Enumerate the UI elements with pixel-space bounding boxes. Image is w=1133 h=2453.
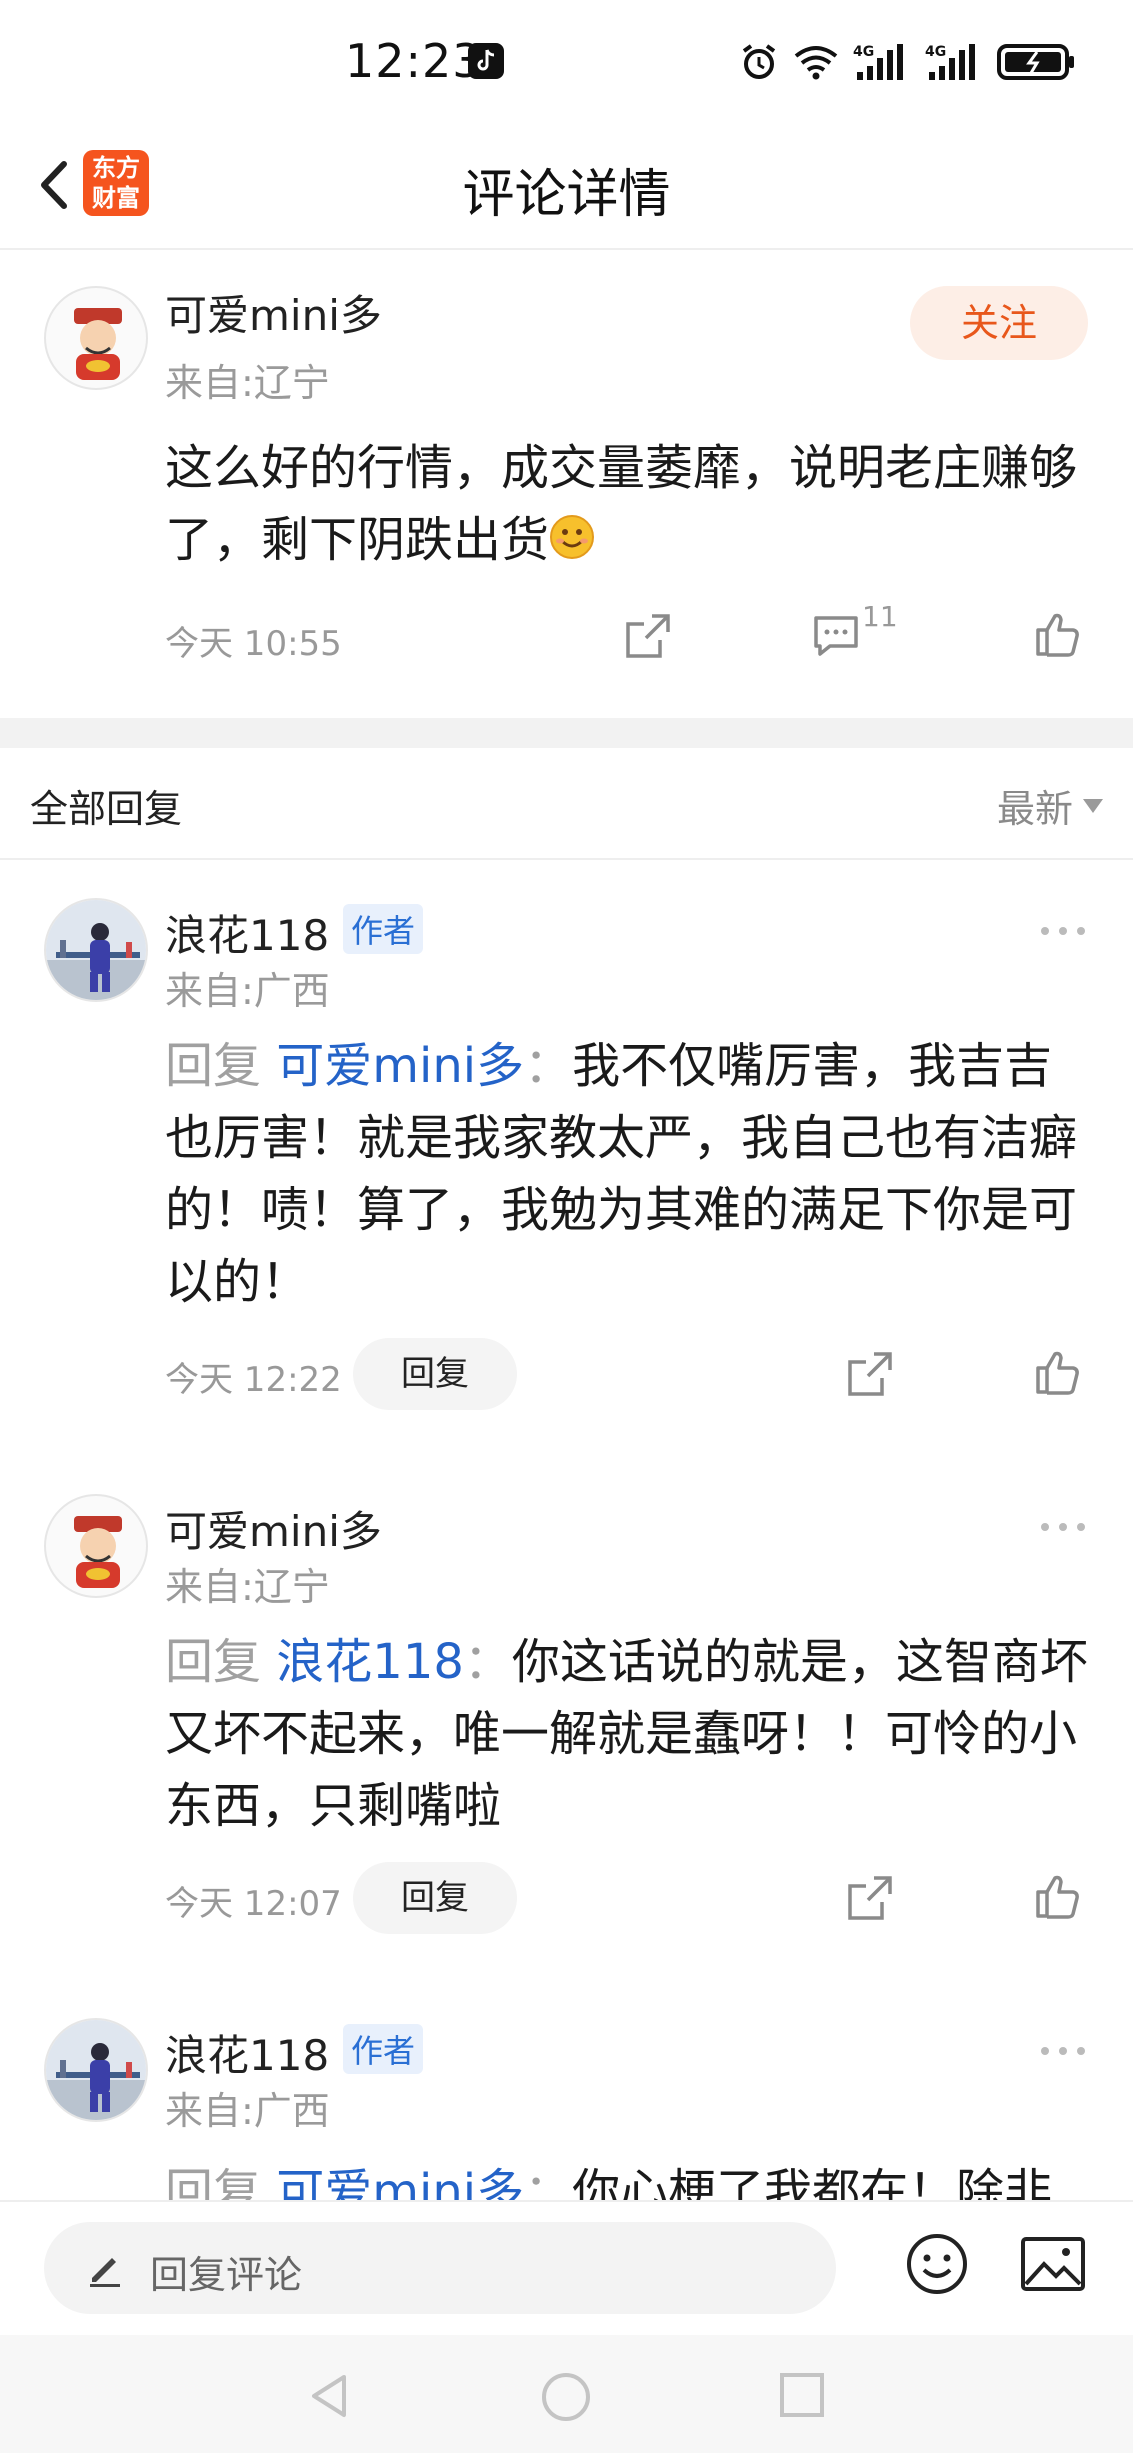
status-time: 12:23: [345, 34, 483, 88]
reply-text-content: 你心梗了我都在！除非: [572, 2164, 1053, 2200]
page-title: 评论详情: [462, 165, 671, 225]
svg-text:4G: 4G: [925, 44, 946, 60]
comment-text: 这么好的行情，成交量萎靡，说明老庄赚够了，剩下阴跌出货: [165, 432, 1095, 576]
reply-target-user[interactable]: 可爱mini多: [276, 2164, 524, 2200]
battery-icon: [997, 44, 1074, 80]
avatar[interactable]: [44, 286, 148, 390]
share-icon[interactable]: [844, 1872, 896, 1924]
reply-location: 来自:广西: [165, 2089, 330, 2133]
share-icon[interactable]: [844, 1348, 896, 1400]
section-divider: [0, 718, 1133, 748]
reply-colon: ：: [524, 2164, 573, 2200]
main-comment: 可爱mini多 来自:辽宁 关注 这么好的行情，成交量萎靡，说明老庄赚够了，剩下…: [0, 252, 1133, 718]
comment-icon[interactable]: [810, 610, 862, 662]
pencil-icon: [90, 2258, 120, 2287]
reply-item: 浪花118 作者 来自:广西 回复 可爱mini多：我不仅嘴厉害，我吉吉也厉害！…: [0, 862, 1133, 1442]
wifi-icon: [794, 46, 838, 80]
reply-prefix: 回复: [165, 2164, 262, 2200]
system-home-icon[interactable]: [540, 2371, 592, 2423]
reply-text: 回复 可爱mini多：我不仅嘴厉害，我吉吉也厉害！就是我家教太严，我自己也有洁癖…: [165, 1030, 1095, 1318]
like-icon[interactable]: [1032, 608, 1084, 660]
replies-title: 全部回复: [30, 787, 183, 831]
reply-username[interactable]: 可爱mini多: [165, 1498, 382, 1559]
share-icon[interactable]: [622, 610, 674, 662]
reply-prefix: 回复: [165, 1038, 262, 1094]
nav-bar: 东方 财富 评论详情: [0, 120, 1133, 250]
reply-comment-input[interactable]: 回复评论: [44, 2222, 836, 2314]
reply-button[interactable]: 回复: [353, 1862, 517, 1934]
more-options-icon[interactable]: [1038, 924, 1088, 938]
sort-label: 最新: [996, 787, 1073, 831]
system-navigation-bar: [0, 2335, 1133, 2453]
status-bar: 12:23 4G 4G: [0, 0, 1133, 120]
more-options-icon[interactable]: [1038, 2044, 1088, 2058]
avatar[interactable]: [44, 2018, 148, 2122]
author-badge: 作者: [343, 2024, 424, 2074]
svg-text:4G: 4G: [853, 44, 874, 60]
emoji-icon[interactable]: [905, 2232, 969, 2296]
like-icon[interactable]: [1032, 1346, 1084, 1398]
signal-4g-icon: 4G: [853, 44, 903, 80]
signal-4g-icon-2: 4G: [925, 44, 975, 80]
reply-colon: ：: [463, 1634, 512, 1690]
photo-avatar-icon: [46, 900, 146, 1000]
reply-location: 来自:辽宁: [165, 1565, 330, 1609]
system-back-icon[interactable]: [304, 2371, 354, 2421]
reply-prefix: 回复: [165, 1634, 262, 1690]
god-of-wealth-avatar-icon: [74, 308, 122, 380]
reply-colon: ：: [524, 1038, 573, 1094]
reply-time: 今天 12:22: [165, 1360, 342, 1400]
comment-time: 今天 10:55: [165, 624, 342, 664]
comment-text-content: 这么好的行情，成交量萎靡，说明老庄赚够了，剩下阴跌出货: [165, 440, 1078, 568]
status-icons: 4G 4G: [739, 38, 1077, 86]
replies-header: 全部回复 最新: [0, 748, 1133, 860]
comment-location: 来自:辽宁: [165, 361, 330, 405]
smile-emoji-icon: [550, 515, 595, 559]
avatar[interactable]: [44, 898, 148, 1002]
alarm-icon: [742, 44, 776, 79]
sort-select[interactable]: 最新: [997, 778, 1103, 833]
tiktok-notification-icon: [468, 43, 504, 79]
reply-username[interactable]: 浪花118: [165, 902, 329, 963]
reply-text: 回复 浪花118：你这话说的就是，这智商坏又坏不起来，唯一解就是蠢呀！！可怜的小…: [165, 1626, 1095, 1842]
reply-count: 11: [862, 600, 898, 633]
reply-username[interactable]: 浪花118: [165, 2022, 329, 2083]
comment-username[interactable]: 可爱mini多: [165, 282, 382, 343]
reply-input-placeholder: 回复评论: [150, 2253, 303, 2297]
bottom-input-bar: 回复评论: [0, 2200, 1133, 2335]
god-of-wealth-avatar-icon: [74, 1516, 122, 1588]
more-options-icon[interactable]: [1038, 1520, 1088, 1534]
reply-button[interactable]: 回复: [353, 1338, 517, 1410]
image-icon[interactable]: [1020, 2236, 1086, 2292]
system-recents-icon[interactable]: [778, 2371, 826, 2419]
reply-target-user[interactable]: 可爱mini多: [276, 1038, 524, 1094]
reply-text: 回复 可爱mini多：你心梗了我都在！除非: [165, 2156, 1095, 2200]
reply-target-user[interactable]: 浪花118: [276, 1634, 464, 1690]
photo-avatar-icon: [46, 2020, 146, 2120]
reply-location: 来自:广西: [165, 969, 330, 1013]
dropdown-arrow-icon: [1083, 798, 1103, 813]
follow-button[interactable]: 关注: [910, 286, 1088, 360]
reply-item: 可爱mini多 来自:辽宁 回复 浪花118：你这话说的就是，这智商坏又坏不起来…: [0, 1442, 1133, 1962]
author-badge: 作者: [343, 904, 424, 954]
reply-item: 浪花118 作者 来自:广西 回复 可爱mini多：你心梗了我都在！除非: [0, 1962, 1133, 2200]
like-icon[interactable]: [1032, 1870, 1084, 1922]
reply-time: 今天 12:07: [165, 1884, 342, 1924]
avatar[interactable]: [44, 1494, 148, 1598]
